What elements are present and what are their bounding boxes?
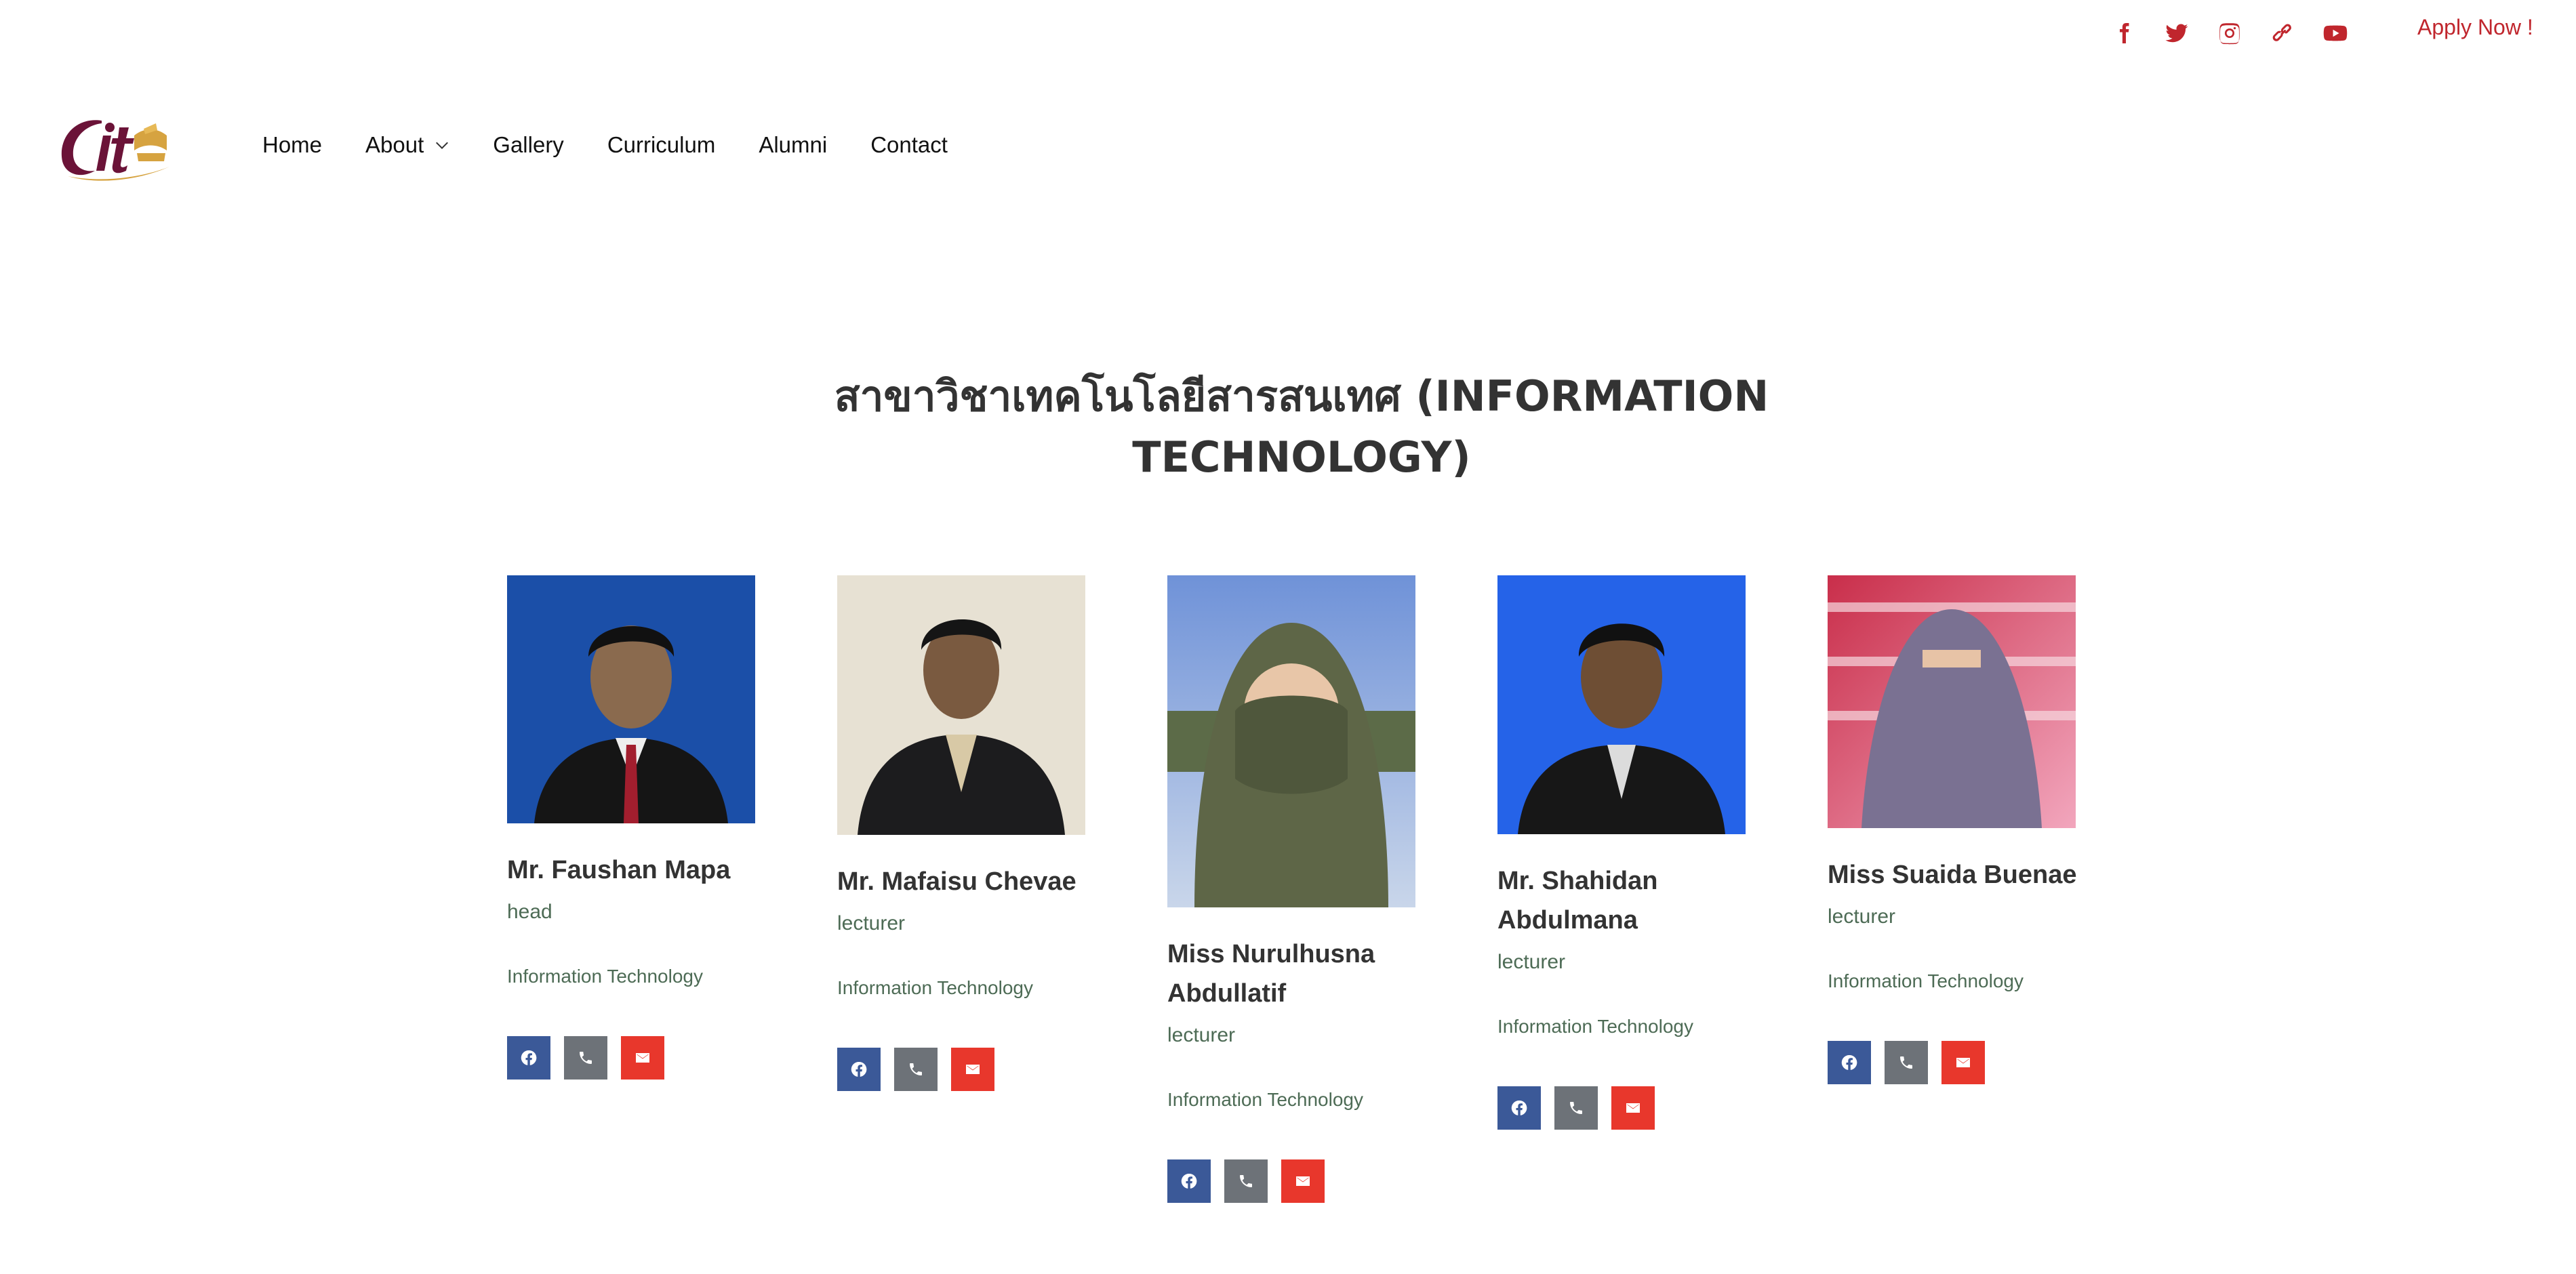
staff-name-line1: Mr. Shahidan <box>1497 867 1658 895</box>
facebook-icon[interactable] <box>2107 16 2141 50</box>
staff-card: Miss Suaida Buenae lecturer Information … <box>1828 575 2112 1084</box>
site-header: Home About Gallery Curriculum Alumni Con… <box>0 95 2576 197</box>
email-button[interactable] <box>1281 1159 1325 1203</box>
envelope-icon <box>1296 1176 1310 1186</box>
phone-button[interactable] <box>894 1048 938 1091</box>
apply-now-link[interactable]: Apply Now ! <box>2417 15 2533 40</box>
envelope-icon <box>966 1065 980 1074</box>
staff-department: Information Technology <box>837 977 1033 998</box>
facebook-button[interactable] <box>1497 1086 1541 1130</box>
staff-photo <box>1828 575 2076 828</box>
facebook-button[interactable] <box>1167 1159 1211 1203</box>
phone-button[interactable] <box>564 1036 607 1080</box>
social-links <box>2107 16 2352 50</box>
staff-photo <box>1167 575 1415 907</box>
phone-button[interactable] <box>1224 1159 1268 1203</box>
nav-alumni[interactable]: Alumni <box>759 132 827 158</box>
facebook-icon <box>851 1061 867 1077</box>
nav-curriculum-label: Curriculum <box>607 132 716 157</box>
phone-icon <box>1240 1175 1252 1187</box>
phone-button[interactable] <box>1885 1041 1928 1084</box>
staff-photo <box>507 575 755 823</box>
email-button[interactable] <box>621 1036 664 1080</box>
staff-contact-buttons <box>507 1036 792 1080</box>
page-title-line1: สาขาวิชาเทคโนโลยีสารสนเทศ (INFORMATION <box>834 371 1769 421</box>
nav-gallery[interactable]: Gallery <box>493 132 564 158</box>
facebook-icon <box>1841 1054 1857 1070</box>
staff-contact-buttons <box>1167 1159 1452 1203</box>
page-title: สาขาวิชาเทคโนโลยีสารสนเทศ (INFORMATION T… <box>746 366 1857 488</box>
staff-name-line1: Miss Nurulhusna <box>1167 940 1375 968</box>
staff-role: lecturer <box>837 912 906 934</box>
staff-name: Miss Suaida Buenae <box>1828 861 2077 889</box>
nav-curriculum[interactable]: Curriculum <box>607 132 716 158</box>
main-nav: Home About Gallery Curriculum Alumni Con… <box>262 132 991 158</box>
staff-photo <box>837 575 1085 835</box>
phone-icon <box>910 1063 922 1075</box>
twitter-icon[interactable] <box>2160 16 2194 50</box>
nav-home-label: Home <box>262 132 323 157</box>
staff-card: Mr. Shahidan Abdulmana lecturer Informat… <box>1497 575 1782 1130</box>
cit-logo-image <box>61 120 169 181</box>
envelope-icon <box>1626 1103 1640 1113</box>
link-icon[interactable] <box>2266 16 2299 50</box>
nav-about-label: About <box>365 132 424 157</box>
youtube-icon[interactable] <box>2318 16 2352 50</box>
staff-name: Miss Nurulhusna Abdullatif <box>1167 934 1452 1013</box>
email-button[interactable] <box>1941 1041 1985 1084</box>
staff-department: Information Technology <box>1167 1089 1363 1110</box>
phone-icon <box>1570 1102 1582 1114</box>
staff-role: lecturer <box>1828 905 1896 928</box>
staff-card: Miss Nurulhusna Abdullatif lecturer Info… <box>1167 575 1452 1203</box>
email-button[interactable] <box>1611 1086 1655 1130</box>
staff-card: Mr. Faushan Mapa head Information Techno… <box>507 575 792 1080</box>
staff-contact-buttons <box>1497 1086 1782 1130</box>
phone-icon <box>1900 1056 1912 1069</box>
staff-name: Mr. Shahidan Abdulmana <box>1497 861 1782 940</box>
staff-role: lecturer <box>1497 951 1566 973</box>
staff-role: head <box>507 901 552 923</box>
page-title-line2: TECHNOLOGY) <box>1132 432 1471 482</box>
staff-name: Mr. Mafaisu Chevae <box>837 867 1076 896</box>
staff-card: Mr. Mafaisu Chevae lecturer Information … <box>837 575 1122 1091</box>
staff-role: lecturer <box>1167 1024 1236 1046</box>
nav-home[interactable]: Home <box>262 132 322 158</box>
facebook-icon <box>521 1050 537 1065</box>
nav-gallery-label: Gallery <box>493 132 564 157</box>
staff-department: Information Technology <box>507 966 703 987</box>
staff-name: Mr. Faushan Mapa <box>507 856 731 884</box>
phone-button[interactable] <box>1554 1086 1598 1130</box>
nav-about[interactable]: About <box>365 132 449 158</box>
facebook-icon <box>1511 1100 1527 1115</box>
site-logo[interactable] <box>54 108 180 186</box>
facebook-icon <box>1181 1173 1197 1189</box>
nav-alumni-label: Alumni <box>759 132 828 157</box>
staff-name-line2: Abdulmana <box>1497 906 1638 934</box>
staff-department: Information Technology <box>1497 1016 1693 1037</box>
instagram-icon[interactable] <box>2213 16 2247 50</box>
email-button[interactable] <box>951 1048 994 1091</box>
envelope-icon <box>1956 1058 1970 1067</box>
envelope-icon <box>636 1053 649 1063</box>
staff-department: Information Technology <box>1828 970 2024 991</box>
staff-photo <box>1497 575 1746 834</box>
nav-contact-label: Contact <box>870 132 948 157</box>
staff-contact-buttons <box>1828 1041 2112 1084</box>
chevron-down-icon <box>436 142 449 150</box>
nav-contact[interactable]: Contact <box>870 132 948 158</box>
staff-name-line2: Abdullatif <box>1167 979 1287 1008</box>
facebook-button[interactable] <box>1828 1041 1871 1084</box>
phone-icon <box>580 1052 592 1064</box>
staff-contact-buttons <box>837 1048 1122 1091</box>
facebook-button[interactable] <box>507 1036 550 1080</box>
top-bar: Apply Now ! <box>0 0 2576 61</box>
facebook-button[interactable] <box>837 1048 881 1091</box>
